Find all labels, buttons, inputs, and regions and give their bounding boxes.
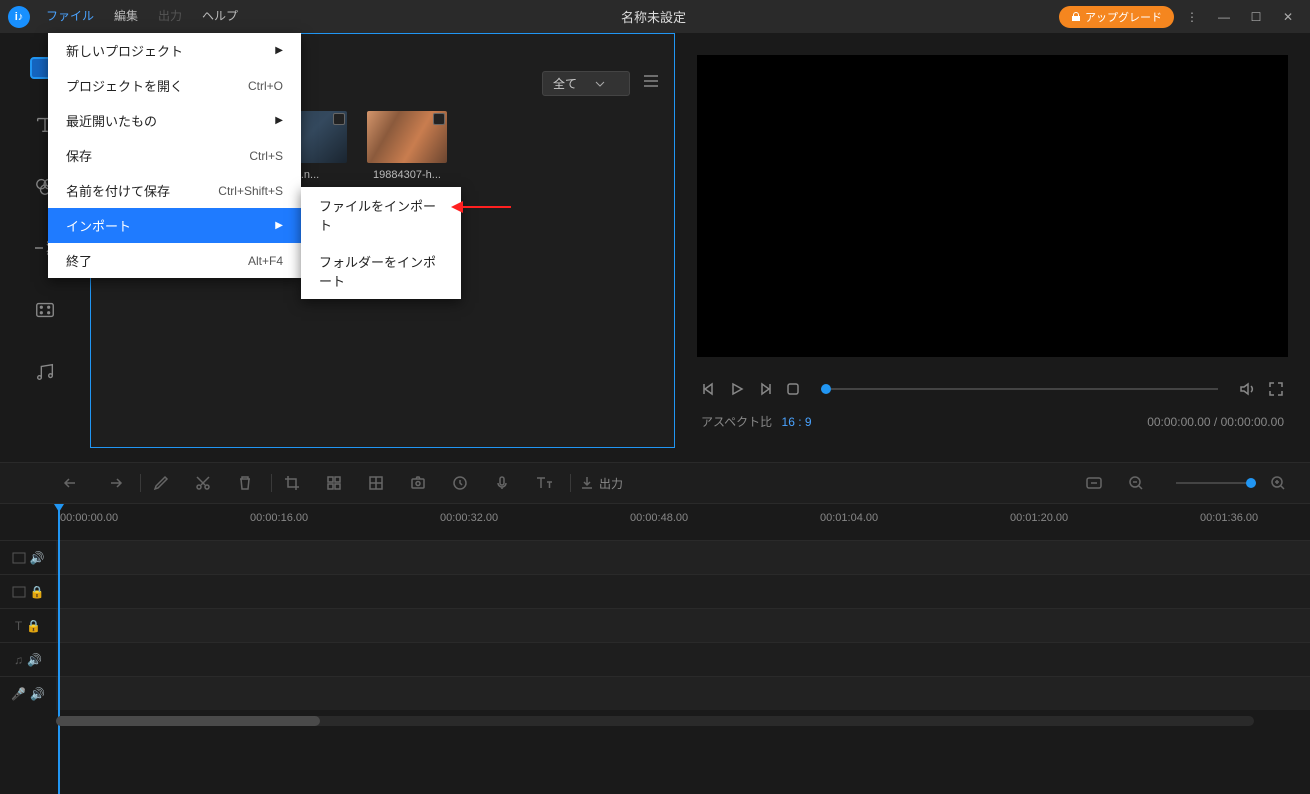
snapshot-button[interactable] (406, 471, 430, 495)
sidebar-overlay-icon[interactable] (28, 293, 62, 327)
time-tick: 00:00:00.00 (60, 512, 118, 524)
minimize-button[interactable]: — (1210, 3, 1238, 31)
menu-open-project[interactable]: プロジェクトを開くCtrl+O (48, 68, 301, 103)
time-ruler[interactable]: 00:00:00.00 00:00:16.00 00:00:32.00 00:0… (0, 504, 1310, 540)
menu-new-project[interactable]: 新しいプロジェクト▶ (48, 33, 301, 68)
upgrade-button[interactable]: アップグレード (1059, 6, 1174, 28)
cut-button[interactable] (191, 471, 215, 495)
volume-button[interactable] (1238, 380, 1256, 398)
seek-slider[interactable] (821, 388, 1218, 390)
play-button[interactable] (729, 381, 745, 397)
fullscreen-button[interactable] (1268, 381, 1284, 397)
menu-save[interactable]: 保存Ctrl+S (48, 138, 301, 173)
zoom-in-button[interactable] (1266, 471, 1290, 495)
media-item[interactable]: 19884307-h... (367, 111, 447, 181)
audio-track[interactable]: ♫🔊 (0, 642, 1310, 676)
next-frame-button[interactable] (757, 381, 773, 397)
menu-file[interactable]: ファイル (36, 0, 104, 33)
time-tick: 00:01:36.00 (1200, 512, 1258, 524)
zoom-out-button[interactable] (1124, 471, 1148, 495)
menu-help[interactable]: ヘルプ (192, 0, 248, 33)
time-tick: 00:00:48.00 (630, 512, 688, 524)
timeline: 00:00:00.00 00:00:16.00 00:00:32.00 00:0… (0, 504, 1310, 726)
close-button[interactable]: ✕ (1274, 3, 1302, 31)
delete-button[interactable] (233, 471, 257, 495)
grid-button[interactable] (364, 471, 388, 495)
media-item-label: 19884307-h... (367, 169, 447, 181)
stop-button[interactable] (785, 381, 801, 397)
time-tick: 00:00:32.00 (440, 512, 498, 524)
import-submenu: ファイルをインポート フォルダーをインポート (301, 187, 461, 299)
time-tick: 00:00:16.00 (250, 512, 308, 524)
time-tick: 00:01:04.00 (820, 512, 878, 524)
aspect-ratio-value[interactable]: 16 : 9 (782, 415, 812, 429)
undo-button[interactable] (60, 471, 84, 495)
annotation-arrow (451, 199, 511, 215)
menu-save-as[interactable]: 名前を付けて保存Ctrl+Shift+S (48, 173, 301, 208)
list-view-icon[interactable] (642, 74, 660, 93)
titlebar: i♪ ファイル 編集 出力 ヘルプ 名称未設定 アップグレード ⋮ — ☐ ✕ (0, 0, 1310, 33)
mosaic-button[interactable] (322, 471, 346, 495)
edit-tool-button[interactable] (149, 471, 173, 495)
voice-track[interactable]: 🎤🔊 (0, 676, 1310, 710)
app-logo: i♪ (8, 6, 30, 28)
file-menu-dropdown: 新しいプロジェクト▶ プロジェクトを開くCtrl+O 最近開いたもの▶ 保存Ct… (48, 33, 301, 278)
video-track-1[interactable]: 🔒 (0, 574, 1310, 608)
redo-button[interactable] (102, 471, 126, 495)
fit-button[interactable] (1082, 471, 1106, 495)
timeline-scrollbar[interactable] (56, 716, 1254, 726)
text-tool-button[interactable] (532, 471, 556, 495)
preview-video[interactable] (697, 55, 1288, 357)
media-filter-select[interactable]: 全て (542, 71, 630, 96)
sidebar-audio-icon[interactable] (28, 355, 62, 389)
prev-frame-button[interactable] (701, 381, 717, 397)
crop-button[interactable] (280, 471, 304, 495)
preview-panel: アスペクト比 16 : 9 00:00:00.00 / 00:00:00.00 (675, 33, 1310, 448)
lock-icon (1071, 12, 1081, 22)
aspect-ratio-label: アスペクト比 16 : 9 (701, 413, 812, 430)
menu-edit[interactable]: 編集 (104, 0, 148, 33)
export-button[interactable]: 出力 (579, 471, 623, 495)
speed-button[interactable] (448, 471, 472, 495)
import-folder-item[interactable]: フォルダーをインポート (301, 243, 461, 299)
text-track[interactable]: T🔒 (0, 608, 1310, 642)
window-title: 名称未設定 (248, 7, 1059, 26)
menu-output[interactable]: 出力 (148, 0, 192, 33)
maximize-button[interactable]: ☐ (1242, 3, 1270, 31)
time-tick: 00:01:20.00 (1010, 512, 1068, 524)
menu-import[interactable]: インポート▶ (48, 208, 301, 243)
more-button[interactable]: ⋮ (1178, 3, 1206, 31)
playhead[interactable] (58, 504, 60, 794)
import-file-item[interactable]: ファイルをインポート (301, 187, 461, 243)
menu-exit[interactable]: 終了Alt+F4 (48, 243, 301, 278)
preview-timecode: 00:00:00.00 / 00:00:00.00 (1147, 415, 1284, 429)
chevron-down-icon (595, 81, 605, 87)
menu-recent[interactable]: 最近開いたもの▶ (48, 103, 301, 138)
voice-button[interactable] (490, 471, 514, 495)
video-track-2[interactable]: 🔊 (0, 540, 1310, 574)
timeline-toolbar: 出力 (0, 462, 1310, 504)
zoom-slider[interactable] (1176, 482, 1256, 484)
